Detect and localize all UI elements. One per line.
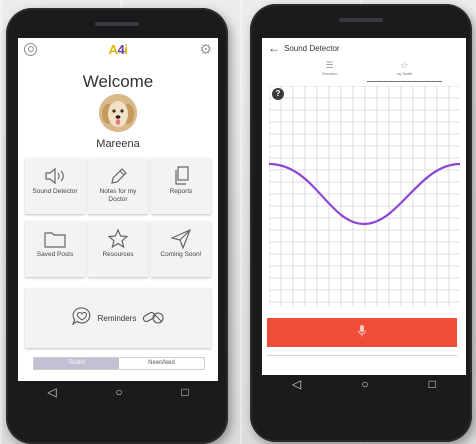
reminders-label: Reminders (97, 313, 137, 323)
page-title: Sound Detector (284, 44, 340, 53)
tab-toolkit[interactable]: Toolkit (34, 358, 119, 369)
profile-icon[interactable] (24, 43, 37, 56)
tile-resources[interactable]: Resources (88, 221, 148, 277)
speaker-icon (44, 166, 66, 186)
back-triangle-icon[interactable]: ◁ (47, 386, 56, 398)
tab-newsfeed[interactable]: Newsfeed (119, 358, 204, 369)
tile-notes-for-doctor[interactable]: Notes for my Doctor (88, 158, 148, 214)
detector-subtabs: ☰ Simulator ☆ my Toolkit (292, 60, 442, 82)
heart-chat-icon (71, 306, 92, 330)
phone-speaker (95, 22, 139, 26)
tab-my-toolkit[interactable]: ☆ my Toolkit (367, 60, 442, 82)
star-icon (108, 229, 128, 249)
reminders-card[interactable]: Reminders (25, 288, 211, 348)
tile-saved-posts[interactable]: Saved Posts (25, 221, 85, 277)
back-triangle-icon[interactable]: ◁ (292, 378, 301, 390)
tile-sound-detector[interactable]: Sound Detector (25, 158, 85, 214)
bottom-tabs: Toolkit Newsfeed (33, 357, 205, 370)
phone-sound-detector: ← Sound Detector ☰ Simulator ☆ my Toolki… (250, 4, 472, 442)
tab-simulator[interactable]: ☰ Simulator (292, 60, 367, 82)
record-button[interactable] (267, 318, 457, 347)
home-screen: A4i ⚙ Welcome Mareena Sound Detector Not… (18, 38, 218, 381)
home-topbar: A4i ⚙ (18, 38, 218, 64)
phone-speaker (339, 18, 383, 22)
phone-home: A4i ⚙ Welcome Mareena Sound Detector Not… (6, 8, 228, 444)
sound-detector-screen: ← Sound Detector ☰ Simulator ☆ my Toolki… (262, 38, 466, 375)
avatar[interactable] (99, 94, 137, 132)
gear-icon[interactable]: ⚙ (199, 42, 212, 56)
android-navbar: ◁ ○ □ (18, 381, 218, 403)
send-icon (171, 229, 191, 249)
folder-icon (44, 229, 66, 249)
android-navbar: ◁ ○ □ (262, 373, 466, 395)
home-circle-icon[interactable]: ○ (361, 378, 368, 390)
star-icon: ☆ (400, 60, 409, 70)
user-name: Mareena (96, 138, 140, 150)
waveform-plot (269, 86, 460, 306)
app-logo: A4i (108, 42, 128, 57)
detector-header: ← Sound Detector (262, 38, 466, 60)
divider (267, 355, 457, 356)
tile-coming-soon[interactable]: Coming Soon! (151, 221, 211, 277)
help-icon[interactable]: ? (272, 88, 284, 100)
pencil-icon (109, 166, 127, 186)
welcome-heading: Welcome (82, 72, 154, 91)
back-arrow-icon[interactable]: ← (268, 41, 280, 55)
recents-square-icon[interactable]: □ (429, 378, 436, 390)
list-icon: ☰ (325, 60, 334, 70)
recents-square-icon[interactable]: □ (181, 386, 188, 398)
home-circle-icon[interactable]: ○ (115, 386, 122, 398)
tile-reports[interactable]: Reports (151, 158, 211, 214)
pills-icon (142, 308, 164, 329)
copy-icon (173, 166, 189, 186)
microphone-icon (357, 324, 367, 342)
